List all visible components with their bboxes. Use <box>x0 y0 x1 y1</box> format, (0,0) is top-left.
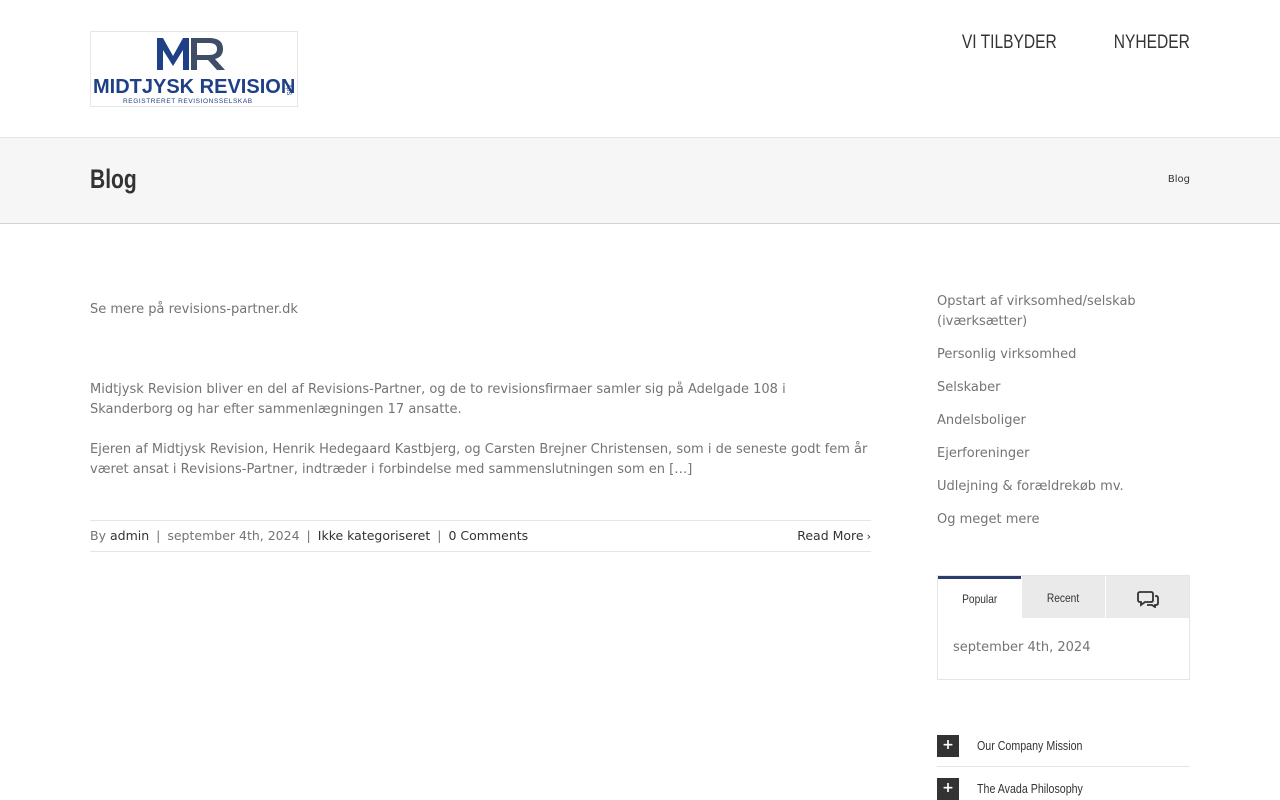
page-title-bar: Blog Blog <box>0 138 1280 224</box>
services-menu-item[interactable]: Ejerforeninger <box>937 444 1190 464</box>
plus-icon: + <box>937 735 959 757</box>
tab-label: Recent <box>1047 591 1080 605</box>
main-nav: VI TILBYDER NYHEDER <box>941 32 1190 54</box>
chevron-right-icon: › <box>866 530 871 543</box>
meta-separator: | <box>437 528 442 543</box>
services-menu-item[interactable]: Personlig virksomhed <box>937 345 1190 365</box>
toggle-label: Our Company Mission <box>977 738 1083 753</box>
blog-post: Se mere på revisions-partner.dk Midtjysk… <box>90 300 871 500</box>
comments-link[interactable]: 0 Comments <box>449 528 529 543</box>
nav-item-nyheder[interactable]: NYHEDER <box>1114 32 1190 54</box>
meta-by-label: By <box>90 528 106 543</box>
comments-icon <box>1136 590 1159 609</box>
breadcrumb: Blog <box>1167 174 1190 185</box>
category-link[interactable]: Ikke kategoriseret <box>318 528 431 543</box>
tab-comments[interactable] <box>1105 576 1189 618</box>
read-more-label: Read More <box>797 528 864 543</box>
services-menu-item[interactable]: Andelsboliger <box>937 411 1190 431</box>
services-menu-item[interactable]: Og meget mere <box>937 510 1190 530</box>
services-menu-item[interactable]: Selskaber <box>937 378 1190 398</box>
post-date: september 4th, 2024 <box>167 528 300 543</box>
post-paragraph: Midtjysk Revision bliver en del af Revis… <box>90 382 786 417</box>
toggle-avada-philosophy[interactable]: + The Avada Philosophy <box>937 778 1190 800</box>
tabs-widget: Popular Recent september 4th, 2024 <box>937 575 1190 680</box>
tab-recent[interactable]: Recent <box>1021 576 1105 618</box>
toggle-our-company-mission[interactable]: + Our Company Mission <box>937 735 1190 767</box>
plus-icon: + <box>937 778 959 800</box>
tab-popular[interactable]: Popular <box>938 576 1021 618</box>
logo-subtext: REGISTRERET REVISIONSSELSKAB <box>123 98 253 105</box>
nav-item-vi-tilbyder[interactable]: VI TILBYDER <box>962 32 1057 54</box>
toggle-label: The Avada Philosophy <box>977 781 1083 796</box>
post-paragraph: Se mere på revisions-partner.dk <box>90 302 298 317</box>
site-logo[interactable]: MIDTJYSK REVISION REGISTRERET REVISIONSS… <box>90 31 298 107</box>
author-link[interactable]: admin <box>110 528 149 543</box>
tab-content: september 4th, 2024 <box>953 640 1091 655</box>
services-menu: Opstart af virksomhed/selskab (iværksætt… <box>937 292 1190 530</box>
tab-label: Popular <box>961 592 998 606</box>
site-header: MIDTJYSK REVISION REGISTRERET REVISIONSS… <box>0 0 1280 138</box>
services-menu-item[interactable]: Opstart af virksomhed/selskab (iværksætt… <box>937 292 1190 332</box>
post-paragraph: Ejeren af Midtjysk Revision, Henrik Hede… <box>90 442 868 477</box>
tab-row: Popular Recent <box>938 576 1189 618</box>
post-meta: By admin | september 4th, 2024 | Ikke katego… <box>90 520 871 552</box>
logo-suffix: ApS <box>285 84 291 95</box>
logo-text: MIDTJYSK REVISION <box>93 76 295 98</box>
logo-image: MIDTJYSK REVISION REGISTRERET REVISIONSS… <box>93 38 295 105</box>
meta-separator: | <box>156 528 161 543</box>
page-title: Blog <box>90 164 137 194</box>
read-more-link[interactable]: Read More › <box>797 521 871 552</box>
sidebar: Opstart af virksomhed/selskab (iværksætt… <box>937 292 1190 543</box>
services-menu-item[interactable]: Udlejning & forældrekøb mv. <box>937 477 1190 497</box>
meta-separator: | <box>306 528 311 543</box>
